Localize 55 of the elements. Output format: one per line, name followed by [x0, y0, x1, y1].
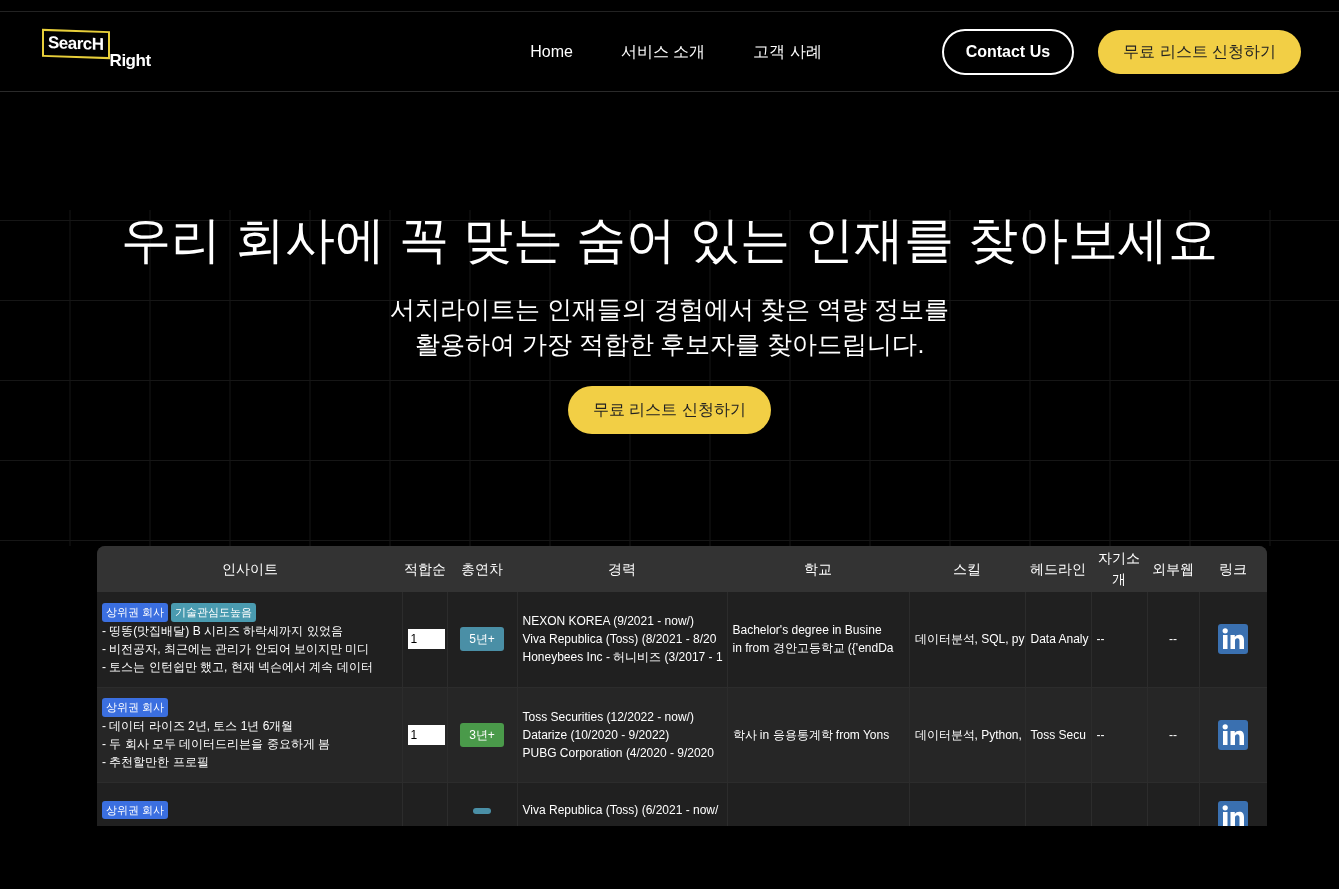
- column-header: 헤드라인: [1025, 546, 1091, 592]
- skills-cell: 데이터분석, SQL, py: [914, 632, 1025, 647]
- logo[interactable]: SearcH Right: [42, 29, 151, 74]
- column-header: 링크: [1199, 546, 1267, 592]
- headline-cell: Data Analy: [1030, 632, 1089, 647]
- insight-line: - 추천할만한 프로필: [102, 753, 209, 771]
- column-header: 외부웹: [1147, 546, 1199, 592]
- linkedin-icon[interactable]: [1218, 624, 1248, 655]
- rank-field[interactable]: 1: [407, 629, 445, 650]
- experience-line: Viva Republica (Toss) (8/2021 - 8/20: [522, 631, 717, 649]
- years-badge: 3년+: [460, 722, 504, 747]
- hero-title: 우리 회사에 꼭 맞는 숨어 있는 인재를 찾아보세요: [119, 211, 1220, 270]
- experience-line: Toss Securities (12/2022 - now/): [522, 708, 694, 726]
- experience-line: PUBG Corporation (4/2020 - 9/2020: [522, 744, 714, 762]
- column-header: 자기소개: [1091, 546, 1147, 592]
- nav-link[interactable]: Home: [530, 39, 573, 64]
- school-line: Bachelor's degree in Busine: [732, 622, 882, 640]
- tag: 상위권 회사: [102, 800, 169, 819]
- insight-line: - 두 회사 모두 데이터드리븐을 중요하게 봄: [102, 735, 330, 753]
- cta-button[interactable]: 무료 리스트 신청하기: [1098, 29, 1301, 74]
- headline-cell: Toss Secu: [1030, 727, 1086, 742]
- insight-line: - 비전공자, 최근에는 관리가 안되어 보이지만 미디: [102, 640, 370, 658]
- tag: 상위권 회사: [102, 698, 169, 717]
- column-header: 적합순: [402, 546, 447, 592]
- linkedin-icon[interactable]: [1218, 800, 1248, 826]
- rank-field[interactable]: 1: [407, 724, 445, 745]
- column-header: 스킬: [909, 546, 1025, 592]
- web-cell: --: [1169, 632, 1177, 647]
- tag: 기술관심도높음: [171, 603, 257, 622]
- years-badge: 5년+: [460, 627, 504, 652]
- column-header: 경력: [517, 546, 727, 592]
- insight-line: - 데이터 라이즈 2년, 토스 1년 6개월: [102, 717, 294, 735]
- experience-line: NEXON KOREA (9/2021 - now/): [522, 613, 694, 631]
- column-header: 총연차: [447, 546, 517, 592]
- experience-line: Datarize (10/2020 - 9/2022): [522, 726, 670, 744]
- column-header: 인사이트: [97, 546, 402, 592]
- intro-cell: --: [1096, 727, 1105, 742]
- experience-line: Viva Republica (Toss) (6/2021 - now/: [522, 801, 719, 819]
- nav-link[interactable]: 서비스 소개: [621, 39, 706, 64]
- web-cell: --: [1169, 727, 1177, 742]
- experience-line: Honeybees Inc - 허니비즈 (3/2017 - 1: [522, 649, 723, 667]
- column-header: 학교: [727, 546, 909, 592]
- nav-link[interactable]: 고객 사례: [753, 39, 822, 64]
- hero-subtitle: 서치라이트는 인재들의 경험에서 찾은 역량 정보를: [388, 294, 951, 325]
- intro-cell: --: [1096, 632, 1105, 647]
- insight-line: - 토스는 인턴쉽만 했고, 현재 넥슨에서 계속 데이터: [102, 658, 373, 676]
- hero-subtitle: 활용하여 가장 적합한 후보자를 찾아드립니다.: [413, 329, 926, 360]
- skills-cell: 데이터분석, Python,: [914, 727, 1022, 742]
- linkedin-icon[interactable]: [1218, 719, 1248, 750]
- school-line: in from 경안고등학교 ({'endDa: [732, 640, 894, 658]
- tag: 상위권 회사: [102, 603, 169, 622]
- contact-button[interactable]: Contact Us: [941, 28, 1075, 75]
- insight-line: - 띵똥(맛집배달) B 시리즈 하락세까지 있었음: [102, 622, 343, 640]
- cta-button[interactable]: 무료 리스트 신청하기: [568, 386, 771, 434]
- school-line: 학사 in 응용통계학 from Yons: [732, 726, 890, 744]
